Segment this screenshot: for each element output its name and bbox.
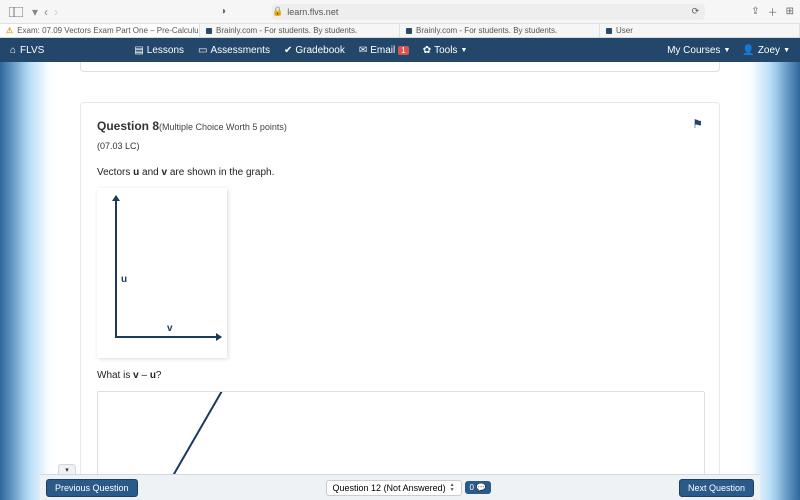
nav-label: Zoey xyxy=(758,45,780,56)
nav-user[interactable]: 👤 Zoey ▼ xyxy=(742,45,790,56)
chat-badge[interactable]: 0 💬 xyxy=(465,481,491,494)
app-navbar: ⌂ FLVS ▤ Lessons ▭ Assessments ✔ Gradebo… xyxy=(0,38,800,62)
home-icon: ⌂ xyxy=(10,45,16,56)
nav-email[interactable]: ✉ Email 1 xyxy=(359,45,409,56)
nav-lessons[interactable]: ▤ Lessons xyxy=(134,45,184,56)
chat-icon: 💬 xyxy=(476,483,486,492)
sidebar-toggle-icon[interactable] xyxy=(6,5,26,19)
nav-label: Assessments xyxy=(210,45,269,56)
question-prompt: Vectors u and v are shown in the graph. xyxy=(97,167,703,178)
nav-gradebook[interactable]: ✔ Gradebook xyxy=(284,45,345,56)
browser-tab-2[interactable]: Brainly.com - For students. By students. xyxy=(400,24,600,37)
book-icon: ▤ xyxy=(134,45,143,56)
flag-icon[interactable]: ⚑ xyxy=(692,117,703,131)
brand-home[interactable]: ⌂ FLVS xyxy=(10,45,44,56)
warning-icon: ⚠ xyxy=(6,26,13,35)
share-icon[interactable]: ⇪ xyxy=(751,6,759,17)
content-stage: Question 8(Multiple Choice Worth 5 point… xyxy=(0,62,800,500)
clipboard-icon: ▭ xyxy=(198,45,207,56)
spinner-icon[interactable]: ▲▼ xyxy=(450,483,455,493)
tab-strip: ⚠ Exam: 07.09 Vectors Exam Part One – Pr… xyxy=(0,24,800,38)
back-icon[interactable]: ‹ xyxy=(44,5,48,19)
tabs-overview-icon[interactable]: ⊞ xyxy=(786,6,794,17)
chevron-down-icon[interactable]: ▾ xyxy=(32,5,38,19)
question-meta: (Multiple Choice Worth 5 points) xyxy=(159,122,287,132)
result-vector-arrow xyxy=(158,391,230,481)
mail-icon: ✉ xyxy=(359,45,367,56)
question-title: Question 8 xyxy=(97,119,159,133)
vector-graph: u v xyxy=(97,188,227,358)
tab-label: Brainly.com - For students. By students. xyxy=(416,26,557,35)
nav-label: Tools xyxy=(434,45,457,56)
previous-question-button[interactable]: Previous Question xyxy=(46,479,138,497)
question-code: (07.03 LC) xyxy=(97,141,287,151)
browser-tab-1[interactable]: Brainly.com - For students. By students. xyxy=(200,24,400,37)
lock-icon: 🔒 xyxy=(272,6,283,17)
previous-card-remnant xyxy=(80,62,720,72)
answer-option-graph[interactable] xyxy=(97,391,705,481)
tab-label: Exam: 07.09 Vectors Exam Part One – Pre-… xyxy=(17,26,200,35)
check-icon: ✔ xyxy=(284,45,292,56)
browser-tab-3[interactable]: User xyxy=(600,24,800,37)
nav-assessments[interactable]: ▭ Assessments xyxy=(198,45,270,56)
axis-y xyxy=(115,196,117,338)
question-ask: What is v – u? xyxy=(97,370,703,381)
nav-tools[interactable]: ✿ Tools ▼ xyxy=(423,45,468,56)
address-bar[interactable]: 🔒 learn.flvs.net ⟳ xyxy=(272,4,705,20)
caret-down-icon: ▼ xyxy=(783,47,790,54)
brand-text: FLVS xyxy=(20,45,44,56)
tab-label: User xyxy=(616,26,633,35)
nav-label: My Courses xyxy=(667,45,720,56)
axis-x xyxy=(115,336,221,338)
chat-count: 0 xyxy=(470,483,474,492)
vector-v-label: v xyxy=(167,323,173,334)
browser-toolbar: ▾ ‹ › ◑ 🔒 learn.flvs.net ⟳ ⇪ ＋ ⊞ xyxy=(0,0,800,24)
shield-icon[interactable]: ◑ xyxy=(220,6,226,17)
new-tab-icon[interactable]: ＋ xyxy=(768,4,778,19)
question-selector[interactable]: Question 12 (Not Answered) ▲▼ xyxy=(326,480,462,496)
email-badge: 1 xyxy=(398,46,408,55)
question-card: Question 8(Multiple Choice Worth 5 point… xyxy=(80,102,720,488)
url-text: learn.flvs.net xyxy=(287,7,338,17)
user-icon: 👤 xyxy=(742,45,754,56)
reload-icon[interactable]: ⟳ xyxy=(692,6,700,17)
favicon-icon xyxy=(206,28,212,34)
selector-label: Question 12 (Not Answered) xyxy=(333,483,446,493)
favicon-icon xyxy=(606,28,612,34)
forward-icon[interactable]: › xyxy=(54,5,58,19)
nav-label: Gradebook xyxy=(295,45,344,56)
caret-down-icon: ▼ xyxy=(723,47,730,54)
favicon-icon xyxy=(406,28,412,34)
vector-u-label: u xyxy=(121,274,127,285)
nav-label: Email xyxy=(370,45,395,56)
gear-icon: ✿ xyxy=(423,45,431,56)
caret-down-icon: ▼ xyxy=(460,47,467,54)
expand-footer-icon[interactable]: ▾ xyxy=(58,464,76,474)
nav-label: Lessons xyxy=(147,45,184,56)
question-nav-bar: Previous Question Question 12 (Not Answe… xyxy=(40,474,760,500)
browser-tab-0[interactable]: ⚠ Exam: 07.09 Vectors Exam Part One – Pr… xyxy=(0,24,200,37)
nav-my-courses[interactable]: My Courses ▼ xyxy=(667,45,730,56)
tab-label: Brainly.com - For students. By students. xyxy=(216,26,357,35)
next-question-button[interactable]: Next Question xyxy=(679,479,754,497)
